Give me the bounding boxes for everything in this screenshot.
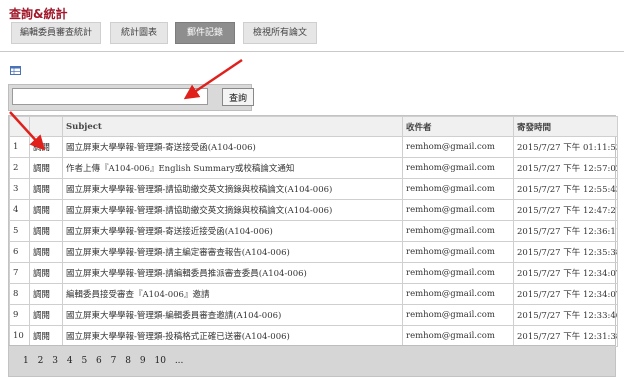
page-link[interactable]: 1: [23, 356, 29, 366]
row-number: 4: [9, 199, 30, 221]
row-subject: 編輯委員接受審查『A104-006』邀請: [62, 283, 403, 305]
table-row: 5 調閱 國立屏東大學學報-管理類-寄送接近接受函(A104-006) remh…: [9, 220, 618, 242]
row-sent-time: 2015/7/27 下午 01:11:53: [513, 136, 618, 158]
tab-view-all-papers[interactable]: 檢視所有論文: [243, 22, 317, 44]
page-link[interactable]: 6: [96, 356, 102, 366]
table-row: 4 調閱 國立屏東大學學報-管理類-請協助繳交英文摘錄與校稿論文(A104-00…: [9, 199, 618, 221]
row-sent-time: 2015/7/27 下午 12:31:38: [513, 325, 618, 347]
row-sent-time: 2015/7/27 下午 12:34:07: [513, 283, 618, 305]
column-header-sent-time[interactable]: 寄發時間: [513, 116, 618, 137]
row-number: 3: [9, 178, 30, 200]
row-sent-time: 2015/7/27 下午 12:55:43: [513, 178, 618, 200]
search-input[interactable]: [12, 88, 208, 105]
row-recipient: remhom@gmail.com: [402, 136, 514, 158]
page-link[interactable]: 4: [67, 356, 73, 366]
row-number: 6: [9, 241, 30, 263]
row-number: 7: [9, 262, 30, 284]
view-link[interactable]: 調閱: [29, 241, 63, 263]
row-subject: 國立屏東大學學報-管理類-請協助繳交英文摘錄與校稿論文(A104-006): [62, 178, 403, 200]
row-sent-time: 2015/7/27 下午 12:33:46: [513, 304, 618, 326]
table-row: 3 調閱 國立屏東大學學報-管理類-請協助繳交英文摘錄與校稿論文(A104-00…: [9, 178, 618, 200]
title-divider: [0, 51, 624, 52]
row-sent-time: 2015/7/27 下午 12:36:11: [513, 220, 618, 242]
row-subject: 國立屏東大學學報-管理類-寄送接受函(A104-006): [62, 136, 403, 158]
row-subject: 國立屏東大學學報-管理類-請協助繳交英文摘錄與校稿論文(A104-006): [62, 199, 403, 221]
row-subject: 國立屏東大學學報-管理類-編輯委員審查邀請(A104-006): [62, 304, 403, 326]
row-sent-time: 2015/7/27 下午 12:57:02: [513, 157, 618, 179]
row-recipient: remhom@gmail.com: [402, 199, 514, 221]
mail-log-table: Subject 收件者 寄發時間 1 調閱 國立屏東大學學報-管理類-寄送接受函…: [8, 115, 618, 377]
table-header-row: Subject 收件者 寄發時間: [9, 116, 618, 137]
table-row: 8 調閱 編輯委員接受審查『A104-006』邀請 remhom@gmail.c…: [9, 283, 618, 305]
row-recipient: remhom@gmail.com: [402, 178, 514, 200]
table-row: 7 調閱 國立屏東大學學報-管理類-請編輯委員推派審查委員(A104-006) …: [9, 262, 618, 284]
table-row: 1 調閱 國立屏東大學學報-管理類-寄送接受函(A104-006) remhom…: [9, 136, 618, 158]
search-button[interactable]: 查詢: [222, 88, 254, 106]
table-icon[interactable]: [10, 66, 21, 75]
page-link[interactable]: 2: [38, 356, 44, 366]
row-subject: 國立屏東大學學報-管理類-請主編定審審查報告(A104-006): [62, 241, 403, 263]
page-link[interactable]: 7: [111, 356, 117, 366]
row-number: 1: [9, 136, 30, 158]
table-row: 10 調閱 國立屏東大學學報-管理類-投稿格式正確已送審(A104-006) r…: [9, 325, 618, 347]
row-recipient: remhom@gmail.com: [402, 304, 514, 326]
view-link[interactable]: 調閱: [29, 157, 63, 179]
view-link[interactable]: 調閱: [29, 136, 63, 158]
view-link[interactable]: 調閱: [29, 325, 63, 347]
table-row: 2 調閱 作者上傳『A104-006』English Summary或校稿論文通…: [9, 157, 618, 179]
row-subject: 國立屏東大學學報-管理類-寄送接近接受函(A104-006): [62, 220, 403, 242]
page-link[interactable]: 5: [81, 356, 87, 366]
column-header-number: [9, 116, 30, 137]
row-sent-time: 2015/7/27 下午 12:47:21: [513, 199, 618, 221]
view-link[interactable]: 調閱: [29, 220, 63, 242]
page-title: 查詢&統計: [9, 7, 68, 21]
row-recipient: remhom@gmail.com: [402, 262, 514, 284]
row-recipient: remhom@gmail.com: [402, 283, 514, 305]
column-header-subject[interactable]: Subject: [62, 116, 403, 137]
page-link[interactable]: 10: [154, 356, 165, 366]
view-link[interactable]: 調閱: [29, 199, 63, 221]
row-subject: 國立屏東大學學報-管理類-投稿格式正確已送審(A104-006): [62, 325, 403, 347]
row-number: 8: [9, 283, 30, 305]
view-link[interactable]: 調閱: [29, 178, 63, 200]
row-sent-time: 2015/7/27 下午 12:34:07: [513, 262, 618, 284]
row-recipient: remhom@gmail.com: [402, 325, 514, 347]
table-row: 6 調閱 國立屏東大學學報-管理類-請主編定審審查報告(A104-006) re…: [9, 241, 618, 263]
page-link[interactable]: 8: [125, 356, 131, 366]
tab-mail-log[interactable]: 郵件記錄: [175, 22, 235, 44]
table-row: 9 調閱 國立屏東大學學報-管理類-編輯委員審查邀請(A104-006) rem…: [9, 304, 618, 326]
column-header-recipient[interactable]: 收件者: [402, 116, 514, 137]
tab-editor-review-stats[interactable]: 編輯委員審查統計: [11, 22, 101, 44]
row-subject: 作者上傳『A104-006』English Summary或校稿論文通知: [62, 157, 403, 179]
search-panel: 查詢: [8, 84, 254, 111]
view-link[interactable]: 調閱: [29, 262, 63, 284]
view-link[interactable]: 調閱: [29, 283, 63, 305]
page-link[interactable]: 9: [140, 356, 146, 366]
column-header-action: [29, 116, 63, 137]
pagination: 1 2 3 4 5 6 7 8 9 10 ...: [9, 345, 615, 376]
row-recipient: remhom@gmail.com: [402, 241, 514, 263]
row-recipient: remhom@gmail.com: [402, 220, 514, 242]
row-number: 9: [9, 304, 30, 326]
row-recipient: remhom@gmail.com: [402, 157, 514, 179]
page-link-more[interactable]: ...: [175, 356, 184, 366]
page-link[interactable]: 3: [52, 356, 58, 366]
tab-charts[interactable]: 統計圖表: [110, 22, 168, 44]
row-sent-time: 2015/7/27 下午 12:35:38: [513, 241, 618, 263]
view-link[interactable]: 調閱: [29, 304, 63, 326]
row-subject: 國立屏東大學學報-管理類-請編輯委員推派審查委員(A104-006): [62, 262, 403, 284]
row-number: 5: [9, 220, 30, 242]
row-number: 2: [9, 157, 30, 179]
row-number: 10: [9, 325, 30, 347]
